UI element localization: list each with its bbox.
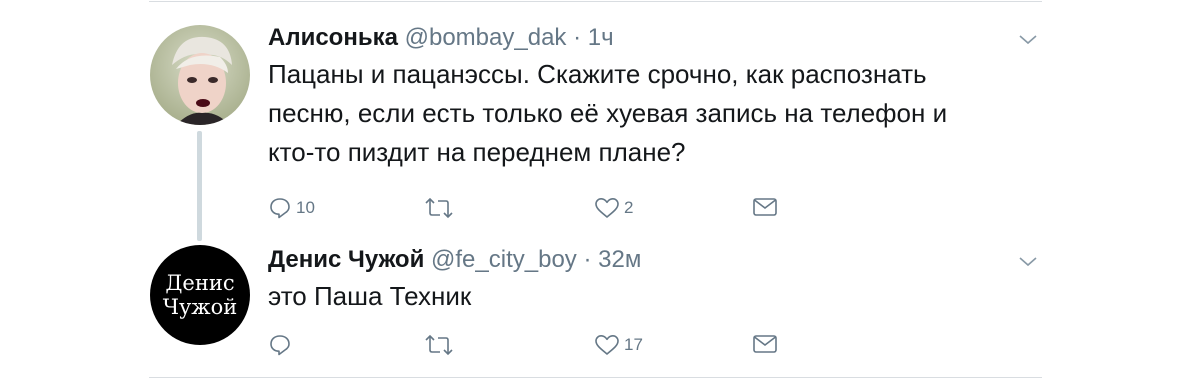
author-name[interactable]: Алисонька (268, 24, 398, 51)
avatar-label-line2: Чужой (162, 295, 238, 319)
avatar-photo (150, 25, 250, 125)
author-name[interactable]: Денис Чужой (268, 246, 424, 273)
envelope-icon (753, 335, 777, 353)
reply-button[interactable] (268, 333, 296, 357)
like-button[interactable]: 17 (594, 333, 643, 357)
author-handle[interactable]: @fe_city_boy (431, 246, 577, 273)
reply-count: 10 (296, 198, 315, 217)
heart-icon (595, 335, 619, 355)
envelope-icon (753, 198, 777, 216)
reply-button[interactable]: 10 (268, 196, 315, 220)
heart-icon (595, 198, 619, 218)
avatar[interactable]: Денис Чужой (150, 245, 250, 345)
avatar[interactable] (150, 25, 250, 125)
retweet-button[interactable] (424, 333, 458, 357)
separator: · (573, 24, 582, 51)
timestamp[interactable]: 1ч (588, 24, 614, 51)
like-count: 2 (624, 198, 634, 217)
tweet[interactable]: Денис Чужой @fe_city_boy · 32м это Паша … (268, 244, 1048, 367)
avatar-label-line1: Денис (165, 271, 235, 295)
direct-message-button[interactable] (752, 196, 778, 218)
top-divider (149, 1, 1042, 2)
retweet-button[interactable] (424, 196, 458, 220)
reply-icon (270, 198, 290, 219)
tweet-text: Пацаны и пацанэссы. Скажите срочно, как … (268, 59, 948, 167)
timestamp[interactable]: 32м (598, 246, 641, 273)
tweet-actions: 17 (268, 333, 1048, 367)
tweet[interactable]: Алисонька @bombay_dak · 1ч Пацаны и паца… (268, 22, 1048, 230)
avatar-label: Денис Чужой (150, 271, 250, 319)
reply-icon (270, 335, 290, 356)
tweet-header: Денис Чужой @fe_city_boy · 32м (268, 244, 1048, 276)
like-button[interactable]: 2 (594, 196, 633, 220)
like-count: 17 (624, 335, 643, 354)
tweet-header: Алисонька @bombay_dak · 1ч (268, 22, 1048, 54)
thread-connector-line (197, 131, 202, 241)
retweet-icon (425, 197, 453, 219)
author-handle[interactable]: @bombay_dak (405, 24, 567, 51)
tweet-actions: 10 2 (268, 196, 1048, 230)
bottom-divider (149, 377, 1042, 378)
chevron-down-icon[interactable] (1018, 34, 1038, 46)
direct-message-button[interactable] (752, 333, 778, 355)
separator: · (583, 246, 592, 273)
chevron-down-icon[interactable] (1018, 256, 1038, 268)
retweet-icon (425, 334, 453, 356)
tweet-text: это Паша Техник (268, 281, 472, 311)
